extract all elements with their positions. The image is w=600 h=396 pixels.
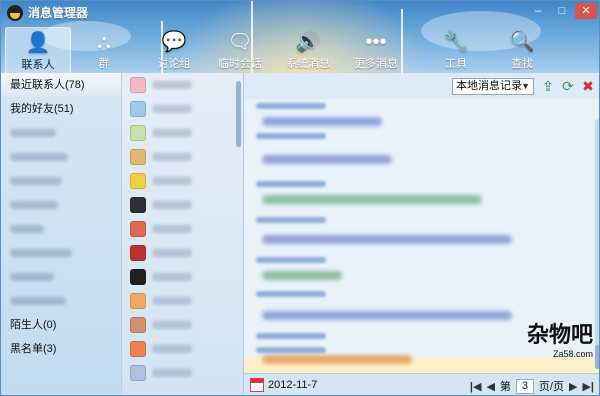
- avatar: [130, 341, 146, 357]
- tab-discussion[interactable]: 💬 讨论组: [141, 27, 207, 73]
- contact-item[interactable]: [130, 99, 192, 119]
- minimize-button[interactable]: –: [527, 3, 549, 19]
- avatar: [130, 293, 146, 309]
- avatar: [130, 101, 146, 117]
- delete-icon[interactable]: ✖: [580, 78, 596, 94]
- contact-list-scrollbar[interactable]: [236, 81, 241, 147]
- window-controls: – □ ✕: [527, 3, 597, 19]
- group-blacklist[interactable]: 黑名单(3): [1, 337, 121, 361]
- avatar: [130, 269, 146, 285]
- contact-item[interactable]: [130, 267, 192, 287]
- wrench-icon: 🔧: [443, 31, 469, 53]
- group-hidden[interactable]: [1, 193, 121, 217]
- contact-item[interactable]: [130, 75, 192, 95]
- search-button[interactable]: 🔍 查找: [489, 27, 555, 73]
- message-manager-window: 消息管理器 – □ ✕ 👤 联系人 ⛬ 群 💬 讨论组 🗨 临时会话 🔊 系统消…: [0, 0, 600, 396]
- tab-temp-chat[interactable]: 🗨 临时会话: [207, 27, 273, 73]
- message-footer: 2012-11-7 |◀ ◀ 第 3 页/页 ▶ ▶|: [244, 373, 599, 395]
- contact-item[interactable]: [130, 195, 192, 215]
- contact-item[interactable]: [130, 123, 192, 143]
- message-date: 2012-11-7: [268, 379, 318, 391]
- calendar-icon[interactable]: [250, 378, 264, 392]
- contact-item[interactable]: [130, 339, 192, 359]
- group-hidden[interactable]: [1, 289, 121, 313]
- group-hidden[interactable]: [1, 169, 121, 193]
- group-hidden[interactable]: [1, 121, 121, 145]
- main-toolbar: 👤 联系人 ⛬ 群 💬 讨论组 🗨 临时会话 🔊 系统消息 ••• 更多消息 🔧…: [1, 27, 599, 73]
- tools-button[interactable]: 🔧 工具: [423, 27, 489, 73]
- avatar: [130, 149, 146, 165]
- avatar: [130, 77, 146, 93]
- group-my-friends[interactable]: 我的好友(51): [1, 97, 121, 121]
- avatar: [130, 173, 146, 189]
- chevron-down-icon: ▼: [521, 81, 530, 91]
- first-page-icon[interactable]: |◀: [470, 380, 482, 393]
- group-hidden[interactable]: [1, 265, 121, 289]
- tab-groups[interactable]: ⛬ 群: [71, 27, 137, 73]
- tab-system-messages[interactable]: 🔊 系统消息: [275, 27, 341, 73]
- maximize-button[interactable]: □: [551, 3, 573, 19]
- avatar: [130, 317, 146, 333]
- export-icon[interactable]: ⇪: [540, 78, 556, 94]
- group-hidden[interactable]: [1, 145, 121, 169]
- person-icon: 👤: [25, 32, 51, 54]
- group-strangers[interactable]: 陌生人(0): [1, 313, 121, 337]
- temp-chat-icon: 🗨: [227, 31, 253, 53]
- title-bar: 消息管理器: [7, 4, 88, 21]
- group-hidden[interactable]: [1, 241, 121, 265]
- watermark: 杂物吧 Za58.com: [526, 323, 593, 359]
- contact-item[interactable]: [130, 171, 192, 191]
- contact-item[interactable]: [130, 219, 192, 239]
- page-number-input[interactable]: 3: [515, 378, 534, 394]
- tab-contacts[interactable]: 👤 联系人: [5, 27, 71, 73]
- message-source-select[interactable]: 本地消息记录 ▼: [452, 78, 534, 95]
- qq-penguin-icon: [7, 4, 23, 21]
- contact-item[interactable]: [130, 315, 192, 335]
- contact-item[interactable]: [130, 363, 192, 383]
- avatar: [130, 365, 146, 381]
- group-recent-contacts[interactable]: 最近联系人(78): [1, 73, 121, 97]
- avatar: [130, 197, 146, 213]
- contact-item[interactable]: [130, 147, 192, 167]
- search-icon: 🔍: [509, 31, 535, 53]
- group-icon: ⛬: [97, 31, 111, 53]
- avatar: [130, 245, 146, 261]
- prev-page-icon[interactable]: ◀: [486, 380, 494, 393]
- group-hidden[interactable]: [1, 217, 121, 241]
- discussion-icon: 💬: [161, 31, 187, 53]
- header-banner: 消息管理器 – □ ✕ 👤 联系人 ⛬ 群 💬 讨论组 🗨 临时会话 🔊 系统消…: [1, 1, 599, 73]
- avatar: [130, 221, 146, 237]
- contact-list: [121, 73, 243, 395]
- avatar: [130, 125, 146, 141]
- contact-groups: 最近联系人(78) 我的好友(51) 陌生人(0) 黑名单(3): [1, 73, 121, 395]
- more-icon: •••: [365, 31, 387, 53]
- speaker-icon: 🔊: [295, 31, 321, 53]
- window-title: 消息管理器: [28, 6, 89, 20]
- close-button[interactable]: ✕: [575, 3, 597, 19]
- pagination: |◀ ◀ 第 3 页/页 ▶ ▶|: [469, 378, 594, 394]
- contact-item[interactable]: [130, 291, 192, 311]
- tab-more-messages[interactable]: ••• 更多消息: [343, 27, 409, 73]
- message-scrollbar[interactable]: [595, 119, 599, 369]
- message-toolbar: 本地消息记录 ▼ ⇪ ⟳ ✖: [244, 73, 599, 99]
- last-page-icon[interactable]: ▶|: [582, 380, 594, 393]
- refresh-icon[interactable]: ⟳: [560, 78, 576, 94]
- contact-item[interactable]: [130, 243, 192, 263]
- next-page-icon[interactable]: ▶: [569, 380, 577, 393]
